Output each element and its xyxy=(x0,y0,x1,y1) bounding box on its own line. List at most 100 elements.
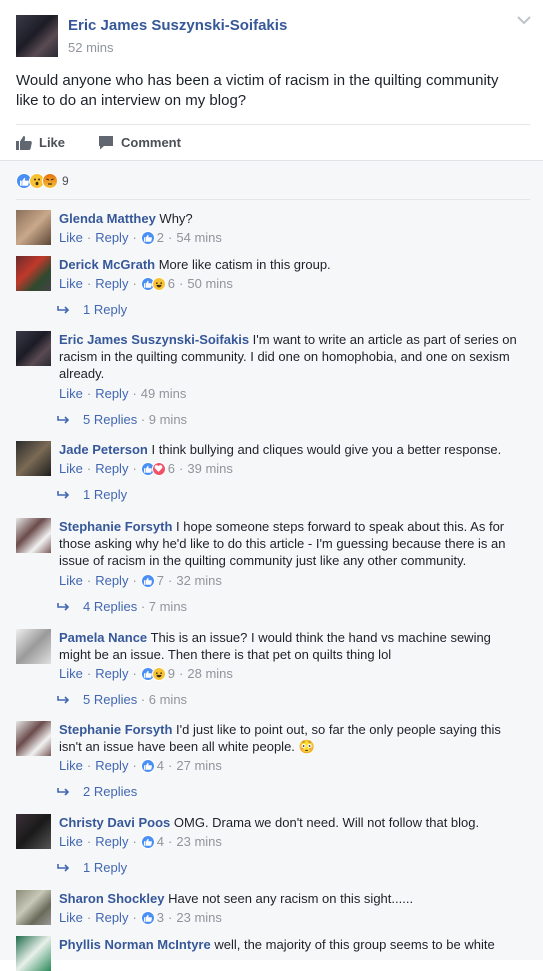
comment-actions: Like · Reply · 4 · 23 mins xyxy=(59,834,222,849)
reaction-count: 6 xyxy=(167,276,176,291)
commenter-name[interactable]: Jade Peterson xyxy=(59,442,148,457)
commenter-name[interactable]: Sharon Shockley xyxy=(59,891,164,906)
like-link[interactable]: Like xyxy=(59,230,83,245)
avatar[interactable] xyxy=(16,890,51,925)
comment-timestamp[interactable]: 50 mins xyxy=(187,276,233,291)
reply-link[interactable]: Reply xyxy=(95,910,128,925)
reply-link[interactable]: Reply xyxy=(95,461,128,476)
reaction-summary[interactable]: 9 xyxy=(16,172,69,190)
replies-count: 1 Reply xyxy=(83,487,128,502)
comment-timestamp[interactable]: 54 mins xyxy=(176,230,222,245)
like-link[interactable]: Like xyxy=(59,461,83,476)
avatar[interactable] xyxy=(16,331,51,366)
separator: · xyxy=(168,834,173,849)
avatar[interactable] xyxy=(16,814,51,849)
comment-timestamp[interactable]: 32 mins xyxy=(176,573,222,588)
separator: · xyxy=(132,910,137,925)
separator: · xyxy=(86,758,92,773)
comment-timestamp[interactable]: 39 mins xyxy=(187,461,233,476)
view-replies-link[interactable]: 2 Replies xyxy=(57,784,137,799)
avatar[interactable] xyxy=(16,210,51,245)
post-timestamp[interactable]: 52 mins xyxy=(68,40,114,55)
avatar[interactable] xyxy=(16,629,51,664)
reaction-count: 7 xyxy=(156,573,165,588)
divider xyxy=(16,124,530,125)
view-replies-link[interactable]: 5 Replies · 9 mins xyxy=(57,412,187,427)
chevron-down-icon[interactable] xyxy=(516,14,532,26)
view-replies-link[interactable]: 4 Replies · 7 mins xyxy=(57,599,187,614)
like-link[interactable]: Like xyxy=(59,276,83,291)
avatar[interactable] xyxy=(16,441,51,476)
like-reaction-icon xyxy=(140,573,155,588)
commenter-name[interactable]: Pamela Nance xyxy=(59,630,147,645)
author-avatar[interactable] xyxy=(16,15,58,57)
comment-timestamp[interactable]: 28 mins xyxy=(187,666,233,681)
separator: · xyxy=(137,599,149,614)
commenter-name[interactable]: Stephanie Forsyth xyxy=(59,519,172,534)
avatar[interactable] xyxy=(16,936,51,971)
comment-body: Eric James Suszynski-Soifakis I'm want t… xyxy=(59,331,519,382)
view-replies-link[interactable]: 1 Reply xyxy=(57,302,127,317)
post-author-name[interactable]: Eric James Suszynski-Soifakis xyxy=(68,17,287,34)
avatar[interactable] xyxy=(16,518,51,553)
comment-timestamp[interactable]: 23 mins xyxy=(176,910,222,925)
comment: Stephanie Forsyth I hope someone steps f… xyxy=(16,518,530,614)
replies-count: 4 Replies xyxy=(83,599,138,614)
comment-reactions[interactable] xyxy=(140,573,155,588)
like-button[interactable]: Like xyxy=(16,133,65,151)
like-link[interactable]: Like xyxy=(59,834,83,849)
view-replies-link[interactable]: 1 Reply xyxy=(57,860,127,875)
comment-reactions[interactable] xyxy=(140,461,166,476)
comment-body: Stephanie Forsyth I'd just like to point… xyxy=(59,721,519,755)
comment-timestamp[interactable]: 49 mins xyxy=(141,386,187,401)
replies-count: 2 Replies xyxy=(83,784,138,799)
thumbs-up-icon xyxy=(16,135,32,150)
reaction-count: 2 xyxy=(156,230,165,245)
reply-link[interactable]: Reply xyxy=(95,386,128,401)
view-replies-link[interactable]: 5 Replies · 6 mins xyxy=(57,692,187,707)
like-link[interactable]: Like xyxy=(59,573,83,588)
commenter-name[interactable]: Phyllis Norman McIntyre xyxy=(59,937,211,952)
like-reaction-icon xyxy=(140,230,155,245)
comment-reactions[interactable] xyxy=(140,758,155,773)
like-link[interactable]: Like xyxy=(59,386,83,401)
avatar[interactable] xyxy=(16,721,51,756)
comment-reactions[interactable] xyxy=(140,276,166,291)
reply-link[interactable]: Reply xyxy=(95,230,128,245)
separator: · xyxy=(86,666,92,681)
reply-link[interactable]: Reply xyxy=(95,758,128,773)
comment-timestamp[interactable]: 27 mins xyxy=(176,758,222,773)
comment-body: Phyllis Norman McIntyre well, the majori… xyxy=(59,936,519,953)
reply-link[interactable]: Reply xyxy=(95,834,128,849)
commenter-name[interactable]: Eric James Suszynski-Soifakis xyxy=(59,332,249,347)
like-link[interactable]: Like xyxy=(59,666,83,681)
like-link[interactable]: Like xyxy=(59,910,83,925)
reply-link[interactable]: Reply xyxy=(95,573,128,588)
reply-link[interactable]: Reply xyxy=(95,276,128,291)
comment-body: Christy Davi Poos OMG. Drama we don't ne… xyxy=(59,814,519,831)
separator: · xyxy=(86,276,92,291)
comment-body: Sharon Shockley Have not seen any racism… xyxy=(59,890,519,907)
separator: · xyxy=(137,692,149,707)
comment-actions: Like · Reply · 4 · 27 mins xyxy=(59,758,222,773)
comment-timestamp[interactable]: 23 mins xyxy=(176,834,222,849)
commenter-name[interactable]: Stephanie Forsyth xyxy=(59,722,172,737)
like-link[interactable]: Like xyxy=(59,758,83,773)
comment-reactions[interactable] xyxy=(140,910,155,925)
commenter-name[interactable]: Glenda Matthey xyxy=(59,211,156,226)
reply-arrow-icon xyxy=(57,863,70,872)
reply-arrow-icon xyxy=(57,305,70,314)
comment-reactions[interactable] xyxy=(140,834,155,849)
comment-body: Derick McGrath More like catism in this … xyxy=(59,256,519,273)
comment-button[interactable]: Comment xyxy=(98,133,181,151)
haha-reaction-icon xyxy=(151,276,166,291)
separator: · xyxy=(168,910,173,925)
comment-reactions[interactable] xyxy=(140,230,155,245)
view-replies-link[interactable]: 1 Reply xyxy=(57,487,127,502)
avatar[interactable] xyxy=(16,256,51,291)
reply-link[interactable]: Reply xyxy=(95,666,128,681)
commenter-name[interactable]: Christy Davi Poos xyxy=(59,815,170,830)
haha-reaction-icon xyxy=(151,666,166,681)
comment-reactions[interactable] xyxy=(140,666,166,681)
commenter-name[interactable]: Derick McGrath xyxy=(59,257,155,272)
